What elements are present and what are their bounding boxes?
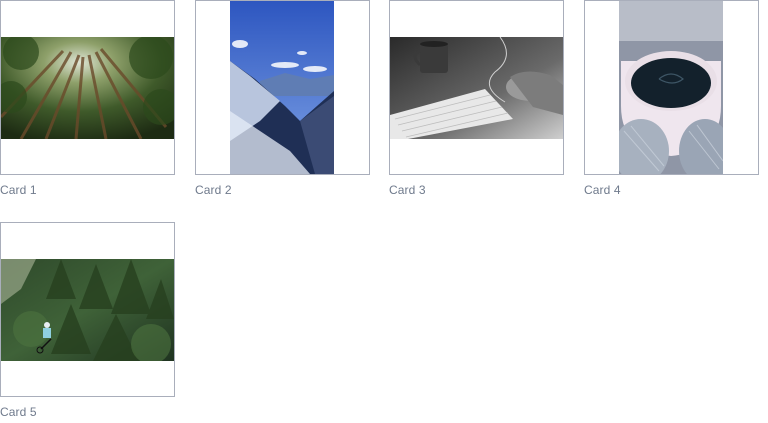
card-caption: Card 4: [584, 183, 621, 197]
forest-canopy-image: [1, 37, 174, 139]
desk-keyboard-image: [390, 37, 563, 139]
card-gallery: Card 1 Card 2 Card 3 Card 4 Card 5: [0, 0, 768, 423]
card-3[interactable]: Card 3: [389, 0, 564, 197]
card-image-frame[interactable]: [584, 0, 759, 175]
card-image-frame[interactable]: [195, 0, 370, 175]
card-image-frame[interactable]: [0, 0, 175, 175]
card-4[interactable]: Card 4: [584, 0, 759, 197]
card-caption: Card 5: [0, 405, 37, 419]
card-2[interactable]: Card 2: [195, 0, 370, 197]
card-caption: Card 3: [389, 183, 426, 197]
card-image-frame[interactable]: [0, 222, 175, 397]
forest-rider-image: [1, 259, 174, 361]
coffee-cup-image: [619, 1, 723, 174]
card-1[interactable]: Card 1: [0, 0, 175, 197]
card-caption: Card 2: [195, 183, 232, 197]
card-5[interactable]: Card 5: [0, 222, 175, 419]
card-image-frame[interactable]: [389, 0, 564, 175]
mountain-valley-image: [230, 1, 334, 174]
card-caption: Card 1: [0, 183, 37, 197]
